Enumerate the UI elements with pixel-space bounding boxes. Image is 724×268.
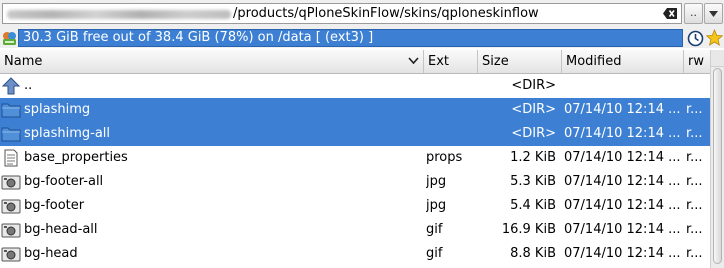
file-name: base_properties bbox=[24, 150, 128, 165]
file-rw: r... bbox=[686, 198, 703, 213]
file-ext: jpg bbox=[426, 174, 447, 189]
list-item[interactable]: splashimg-all <DIR> 07/14/10 12:14 ... r… bbox=[0, 122, 710, 146]
file-ext: gif bbox=[426, 246, 443, 261]
file-size: <DIR> bbox=[511, 78, 556, 93]
sort-desc-icon[interactable] bbox=[408, 57, 419, 65]
file-rw: r... bbox=[686, 150, 703, 165]
column-header-name-label: Name bbox=[4, 54, 43, 69]
scrollbar-thumb[interactable] bbox=[713, 68, 722, 264]
path-text: /products/qPloneSkinFlow/skins/qploneski… bbox=[233, 6, 539, 21]
path-input[interactable]: /products/qPloneSkinFlow/skins/qploneski… bbox=[2, 3, 682, 24]
file-ext: jpg bbox=[426, 198, 447, 213]
clear-path-icon[interactable] bbox=[663, 7, 678, 20]
file-name: bg-head bbox=[24, 246, 78, 261]
drive-icon[interactable] bbox=[1, 30, 18, 47]
file-size: 1.2 KiB bbox=[510, 150, 556, 165]
history-icon[interactable] bbox=[687, 30, 704, 47]
file-list: .. <DIR> splashimg <DIR> 07/14/10 12:14 … bbox=[0, 74, 710, 268]
vertical-scrollbar[interactable] bbox=[710, 50, 724, 268]
file-size: 8.8 KiB bbox=[510, 246, 556, 261]
dropdown-button[interactable] bbox=[704, 3, 723, 24]
list-item[interactable]: bg-footer-all jpg 5.3 KiB 07/14/10 12:14… bbox=[0, 170, 710, 194]
file-name: splashimg bbox=[24, 102, 91, 117]
file-name: .. bbox=[24, 78, 33, 93]
path-bar: /products/qPloneSkinFlow/skins/qploneski… bbox=[0, 0, 724, 28]
list-item[interactable]: bg-head gif 8.8 KiB 07/14/10 12:14 ... r… bbox=[0, 242, 710, 266]
file-size: <DIR> bbox=[511, 102, 556, 117]
file-manager-pane: /products/qPloneSkinFlow/skins/qploneski… bbox=[0, 0, 724, 268]
file-modified: 07/14/10 12:14 ... bbox=[564, 198, 681, 213]
image-file-icon bbox=[1, 175, 21, 190]
bookmark-star-icon[interactable] bbox=[706, 29, 723, 47]
column-header-row: Name Ext Size Modified rw bbox=[0, 50, 710, 74]
column-header-ext-label: Ext bbox=[428, 54, 450, 69]
file-rw: r... bbox=[686, 126, 703, 141]
text-file-icon bbox=[4, 149, 18, 167]
file-size: 5.3 KiB bbox=[510, 174, 556, 189]
list-item[interactable]: bg-head-all gif 16.9 KiB 07/14/10 12:14 … bbox=[0, 218, 710, 242]
column-header-modified-label: Modified bbox=[566, 54, 622, 69]
file-name: splashimg-all bbox=[24, 126, 111, 141]
file-modified: 07/14/10 12:14 ... bbox=[564, 150, 681, 165]
file-modified: 07/14/10 12:14 ... bbox=[564, 174, 681, 189]
file-size: 5.4 KiB bbox=[510, 198, 556, 213]
file-modified: 07/14/10 12:14 ... bbox=[564, 246, 681, 261]
disk-space-status: 30.3 GiB free out of 38.4 GiB (78%) on /… bbox=[18, 29, 683, 47]
folder-icon bbox=[1, 103, 21, 118]
file-size: <DIR> bbox=[511, 126, 556, 141]
column-header-size-label: Size bbox=[482, 54, 509, 69]
file-rw: r... bbox=[686, 246, 703, 261]
file-ext: props bbox=[426, 150, 463, 165]
list-item[interactable]: base_properties props 1.2 KiB 07/14/10 1… bbox=[0, 146, 710, 170]
up-arrow-icon bbox=[1, 77, 21, 95]
column-header-modified[interactable]: Modified bbox=[562, 50, 684, 73]
image-file-icon bbox=[1, 223, 21, 238]
file-ext bbox=[426, 74, 476, 98]
list-item[interactable]: bg-footer jpg 5.4 KiB 07/14/10 12:14 ...… bbox=[0, 194, 710, 218]
disk-space-text: 30.3 GiB free out of 38.4 GiB (78%) on /… bbox=[23, 30, 374, 45]
file-name: bg-footer-all bbox=[24, 174, 104, 189]
list-item[interactable]: .. <DIR> bbox=[0, 74, 710, 98]
file-ext bbox=[426, 98, 476, 122]
status-bar: 30.3 GiB free out of 38.4 GiB (78%) on /… bbox=[0, 28, 724, 48]
file-modified: 07/14/10 12:14 ... bbox=[564, 126, 681, 141]
chevron-down-icon bbox=[709, 11, 718, 17]
parent-dir-button[interactable]: .. bbox=[684, 3, 703, 24]
image-file-icon bbox=[1, 199, 21, 214]
column-header-rw-label: rw bbox=[688, 54, 704, 69]
file-rw: r... bbox=[686, 222, 703, 237]
file-name: bg-footer bbox=[24, 198, 85, 213]
file-modified bbox=[564, 74, 682, 98]
folder-icon bbox=[1, 127, 21, 142]
column-header-rw[interactable]: rw bbox=[684, 50, 710, 73]
file-ext: gif bbox=[426, 222, 443, 237]
column-header-ext[interactable]: Ext bbox=[424, 50, 478, 73]
column-header-size[interactable]: Size bbox=[478, 50, 562, 73]
file-rw: r... bbox=[686, 102, 703, 117]
scrollbar-corner bbox=[711, 50, 724, 67]
blurred-path-prefix bbox=[7, 10, 231, 19]
file-name: bg-head-all bbox=[24, 222, 98, 237]
file-rw bbox=[686, 74, 708, 98]
file-modified: 07/14/10 12:14 ... bbox=[564, 102, 681, 117]
image-file-icon bbox=[1, 247, 21, 262]
file-ext bbox=[426, 122, 476, 146]
file-modified: 07/14/10 12:14 ... bbox=[564, 222, 681, 237]
column-header-name[interactable]: Name bbox=[0, 50, 424, 73]
list-item[interactable]: splashimg <DIR> 07/14/10 12:14 ... r... bbox=[0, 98, 710, 122]
file-rw: r... bbox=[686, 174, 703, 189]
file-size: 16.9 KiB bbox=[501, 222, 556, 237]
